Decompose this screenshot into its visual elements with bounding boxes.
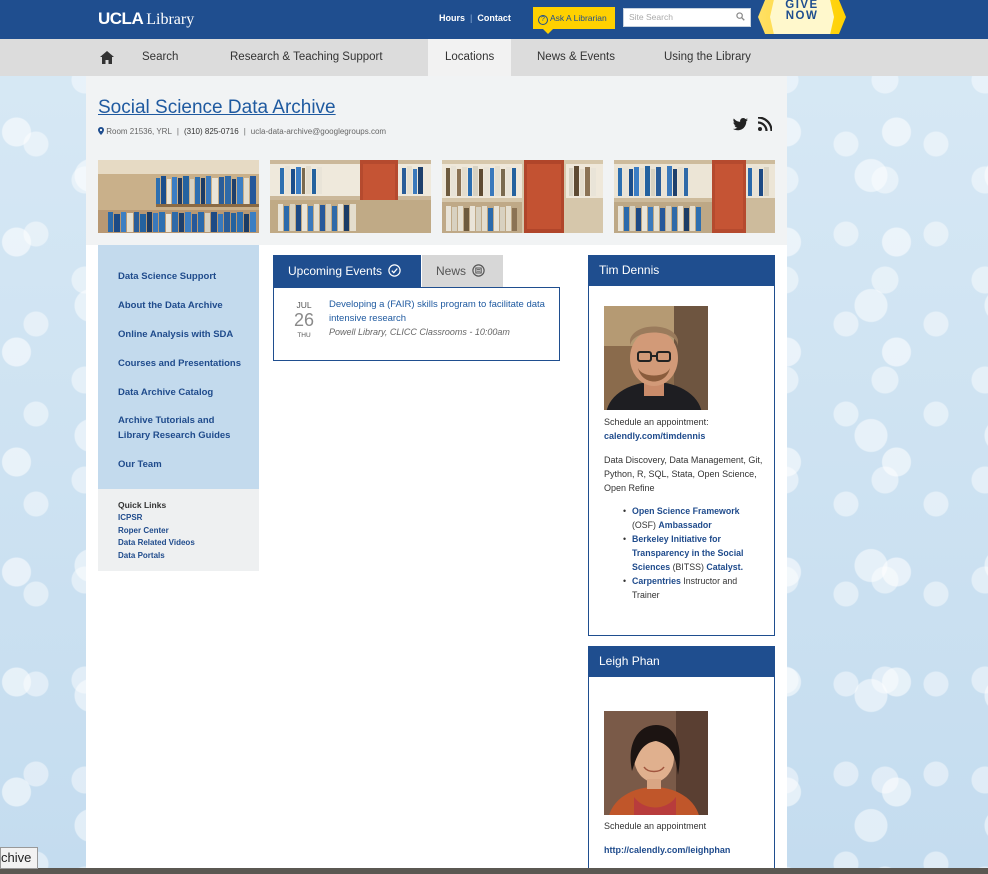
contact-link[interactable]: Contact: [477, 13, 511, 23]
bitss-catalyst-link[interactable]: Catalyst.: [706, 562, 743, 572]
schedule-link-tim-dennis[interactable]: calendly.com/timdennis: [604, 431, 705, 441]
map-pin-icon: [98, 127, 104, 135]
main-navigation: Search Research & Teaching Support Locat…: [0, 39, 988, 76]
event-weekday: THU: [297, 332, 311, 339]
nav-using-the-library[interactable]: Using the Library: [664, 39, 751, 76]
check-circle-icon: [388, 264, 402, 277]
osf-link[interactable]: Open Science Framework: [632, 506, 740, 516]
staff-photo-tim-dennis: [604, 306, 708, 410]
top-bar: UCLA Library Hours | Contact ? Ask A Librari…: [0, 0, 988, 39]
nav-research-teaching-support[interactable]: Research & Teaching Support: [230, 39, 383, 76]
osf-ambassador-link[interactable]: Ambassador: [658, 520, 711, 530]
event-day: 26: [293, 310, 315, 330]
sidebar-item-data-archive-catalog[interactable]: Data Archive Catalog: [118, 385, 213, 400]
list-item: Carpentries Instructor and Trainer: [623, 574, 752, 602]
sidebar-item-online-analysis-with-sda[interactable]: Online Analysis with SDA: [118, 327, 233, 342]
footer-strip: [0, 868, 988, 874]
phone-text: (310) 825-0716: [183, 127, 239, 136]
nav-news-events[interactable]: News & Events: [537, 39, 615, 76]
event-list: JUL 26 THU Developing a (FAIR) skills pr…: [273, 287, 560, 361]
quick-links-title: Quick Links: [118, 500, 167, 510]
staff-name: Tim Dennis: [589, 256, 774, 286]
sidebar-item-our-team[interactable]: Our Team: [118, 457, 162, 472]
staff-roles: Open Science Framework (OSF) Ambassador …: [623, 504, 752, 602]
quick-links-panel: Quick Links ICPSR Roper Center Data Rela…: [98, 489, 259, 571]
tab-upcoming-events[interactable]: Upcoming Events: [273, 255, 421, 287]
event-title-link[interactable]: Developing a (FAIR) skills program to fa…: [329, 298, 555, 326]
sidebar-item-about-the-data-archive[interactable]: About the Data Archive: [118, 298, 223, 313]
staff-skills: Data Discovery, Data Management, Git, Py…: [604, 455, 763, 493]
give-now-button[interactable]: GIVE NOW: [758, 0, 846, 34]
staff-card-tim-dennis: Tim Dennis Schedule an appointment: cale…: [588, 255, 775, 636]
rss-icon[interactable]: [758, 116, 774, 132]
give-now-badge: GIVE NOW: [770, 0, 834, 34]
email-link[interactable]: ucla-data-archive@googlegroups.com: [251, 127, 386, 136]
sidebar-item-courses-and-presentations[interactable]: Courses and Presentations: [118, 356, 241, 371]
schedule-link-leigh-phan[interactable]: http://calendly.com/leighphan: [604, 843, 730, 857]
archive-shelf-photo: [614, 160, 775, 233]
event-location: Powell Library, CLICC Classrooms - 10:00…: [329, 327, 510, 337]
archive-shelf-photo: [98, 160, 259, 233]
archive-sidebar-nav: Data Science Support About the Data Arch…: [98, 245, 259, 489]
quick-link-icpsr[interactable]: ICPSR: [118, 513, 142, 522]
nav-search[interactable]: Search: [142, 39, 178, 76]
tab-news[interactable]: News: [422, 255, 503, 287]
site-search-input[interactable]: Site Search: [623, 8, 751, 27]
staff-photo-leigh-phan: [604, 711, 708, 815]
nav-locations[interactable]: Locations: [428, 39, 512, 76]
event-month: JUL: [296, 300, 312, 310]
room-text: Room 21536, YRL: [106, 127, 172, 136]
search-icon[interactable]: [736, 12, 745, 21]
quick-link-data-related-videos[interactable]: Data Related Videos: [118, 538, 195, 547]
twitter-icon[interactable]: [733, 118, 748, 131]
utility-links: Hours | Contact: [439, 13, 511, 23]
ucla-library-logo[interactable]: UCLA Library: [98, 9, 194, 29]
sidebar-item-archive-tutorials[interactable]: Archive Tutorials and Library Research G…: [118, 413, 248, 443]
staff-name: Leigh Phan: [589, 647, 774, 677]
archive-shelf-photo: [270, 160, 431, 233]
carpentries-link[interactable]: Carpentries: [632, 576, 681, 586]
ask-a-librarian-button[interactable]: ? Ask A Librarian: [533, 7, 615, 34]
question-icon: ?: [538, 15, 548, 25]
archive-tab[interactable]: chive: [0, 847, 38, 869]
list-item: Berkeley Initiative for Transparency in …: [623, 532, 752, 574]
quick-link-roper-center[interactable]: Roper Center: [118, 526, 169, 535]
staff-schedule-prefix: Schedule an appointment: [604, 821, 707, 831]
quick-link-data-portals[interactable]: Data Portals: [118, 551, 165, 560]
staff-schedule: Schedule an appointment: calendly.com/ti…: [604, 417, 709, 441]
archive-shelf-photo: [442, 160, 603, 233]
staff-card-leigh-phan: Leigh Phan Schedule an appointment http:…: [588, 646, 775, 874]
page-title[interactable]: Social Science Data Archive: [98, 97, 336, 119]
sidebar-item-data-science-support[interactable]: Data Science Support: [118, 269, 216, 284]
list-item: Open Science Framework (OSF) Ambassador: [623, 504, 752, 532]
home-icon[interactable]: [100, 51, 114, 64]
newspaper-icon: [472, 264, 486, 277]
hours-link[interactable]: Hours: [439, 13, 465, 23]
location-meta: Room 21536, YRL | (310) 825-0716 | ucla-data…: [98, 127, 386, 136]
social-links: [733, 116, 774, 136]
